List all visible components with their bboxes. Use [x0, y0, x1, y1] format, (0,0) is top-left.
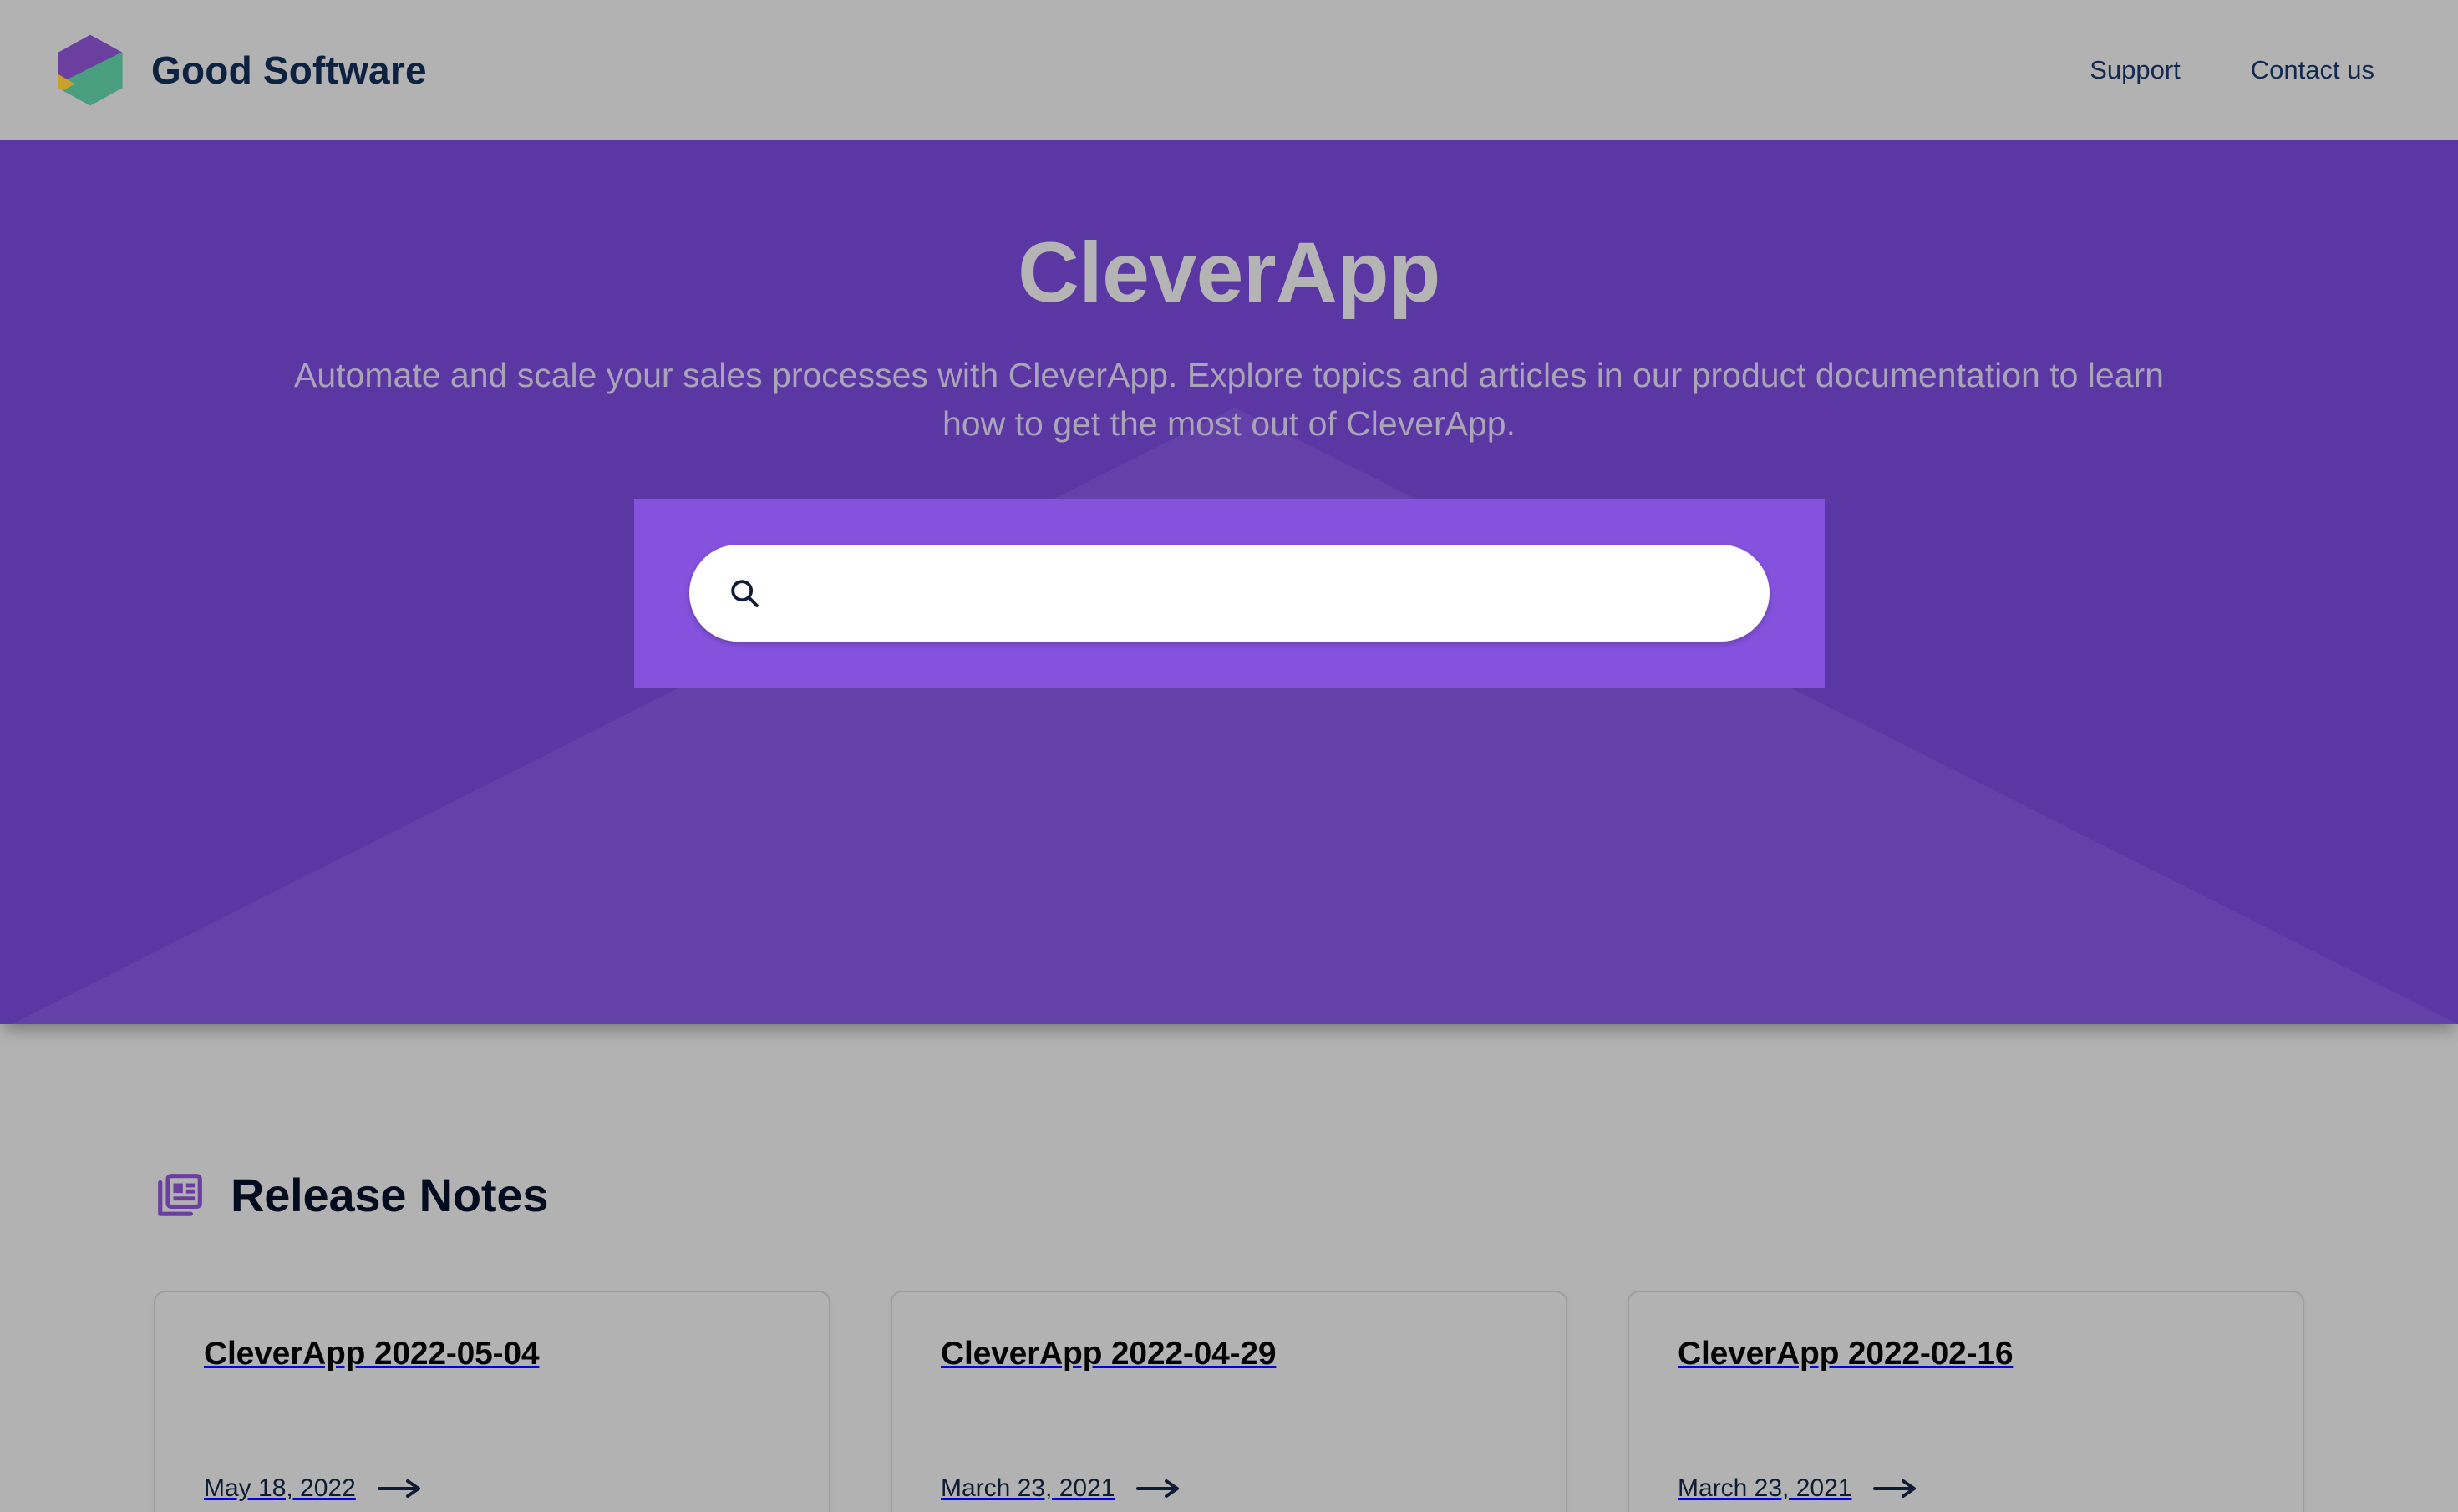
- release-note-footer: March 23, 2021: [941, 1474, 1517, 1503]
- site-header: Good Software Support Contact us: [0, 0, 2458, 140]
- main-content: Release Notes CleverApp 2022-05-04 May 1…: [0, 1024, 2458, 1512]
- release-note-date: May 18, 2022: [204, 1474, 356, 1502]
- arrow-right-icon: [1136, 1478, 1180, 1499]
- release-notes-header: Release Notes: [154, 1168, 2304, 1222]
- search-field[interactable]: [688, 545, 1770, 642]
- arrow-right-icon: [1873, 1478, 1917, 1499]
- search-input[interactable]: [760, 545, 1770, 642]
- release-note-title: CleverApp 2022-02-16: [1678, 1336, 2014, 1372]
- nav-link-contact-us[interactable]: Contact us: [2251, 55, 2374, 85]
- nav-link-support[interactable]: Support: [2090, 55, 2181, 85]
- release-notes-card-list: CleverApp 2022-05-04 May 18, 2022 Clever…: [154, 1291, 2304, 1512]
- release-note-date: March 23, 2021: [1678, 1474, 1852, 1502]
- hero-section: CleverApp Automate and scale your sales …: [0, 140, 2458, 1024]
- article-icon: [154, 1169, 206, 1222]
- section-title: Release Notes: [231, 1169, 549, 1221]
- arrow-right-icon: [377, 1478, 421, 1499]
- brand-name: Good Software: [151, 48, 427, 92]
- page-title: CleverApp: [1018, 225, 1440, 320]
- release-note-title: CleverApp 2022-04-29: [941, 1336, 1277, 1372]
- hero-content: CleverApp Automate and scale your sales …: [0, 140, 2458, 1024]
- hexagon-logo-icon: [52, 32, 129, 109]
- release-note-card[interactable]: CleverApp 2022-02-16 March 23, 2021: [1628, 1291, 2304, 1512]
- brand-home-link[interactable]: Good Software: [52, 32, 427, 109]
- release-note-date: March 23, 2021: [941, 1474, 1115, 1502]
- search-icon: [728, 576, 761, 610]
- hero-subtitle: Automate and scale your sales processes …: [294, 356, 2164, 444]
- release-note-footer: May 18, 2022: [204, 1474, 780, 1503]
- search-container: [633, 498, 1825, 688]
- content-container: Release Notes CleverApp 2022-05-04 May 1…: [105, 1168, 2353, 1512]
- release-note-card[interactable]: CleverApp 2022-04-29 March 23, 2021: [891, 1291, 1567, 1512]
- release-note-title: CleverApp 2022-05-04: [204, 1336, 540, 1372]
- release-note-footer: March 23, 2021: [1678, 1474, 2254, 1503]
- primary-nav: Support Contact us: [2090, 55, 2374, 85]
- release-note-card[interactable]: CleverApp 2022-05-04 May 18, 2022: [154, 1291, 830, 1512]
